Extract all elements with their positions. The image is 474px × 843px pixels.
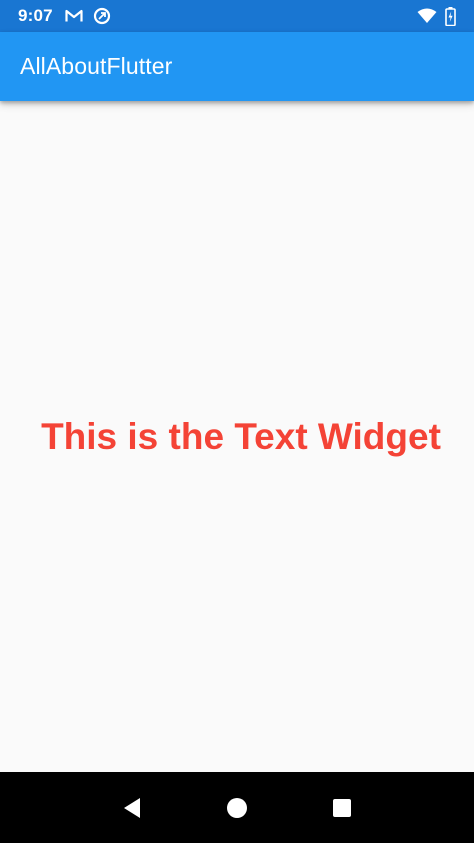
app-title: AllAboutFlutter — [20, 53, 173, 79]
home-icon — [226, 797, 248, 819]
phone-screen: 9:07 AllAboutFlutter This is the Text Wi… — [0, 0, 474, 843]
data-saver-icon — [93, 7, 111, 25]
recents-icon — [332, 798, 352, 818]
home-button[interactable] — [217, 788, 257, 828]
back-button[interactable] — [112, 788, 152, 828]
back-icon — [122, 797, 142, 819]
gmail-icon — [65, 9, 83, 23]
status-bar: 9:07 — [0, 0, 474, 32]
status-notification-icons — [65, 7, 111, 25]
status-time: 9:07 — [18, 6, 53, 25]
status-system-icons — [417, 6, 456, 26]
recents-button[interactable] — [322, 788, 362, 828]
battery-charging-icon — [445, 6, 456, 26]
body-area: This is the Text Widget — [0, 101, 474, 772]
text-widget: This is the Text Widget — [41, 415, 441, 457]
app-bar: AllAboutFlutter — [0, 32, 474, 101]
navigation-bar — [0, 772, 474, 843]
wifi-icon — [417, 8, 437, 24]
